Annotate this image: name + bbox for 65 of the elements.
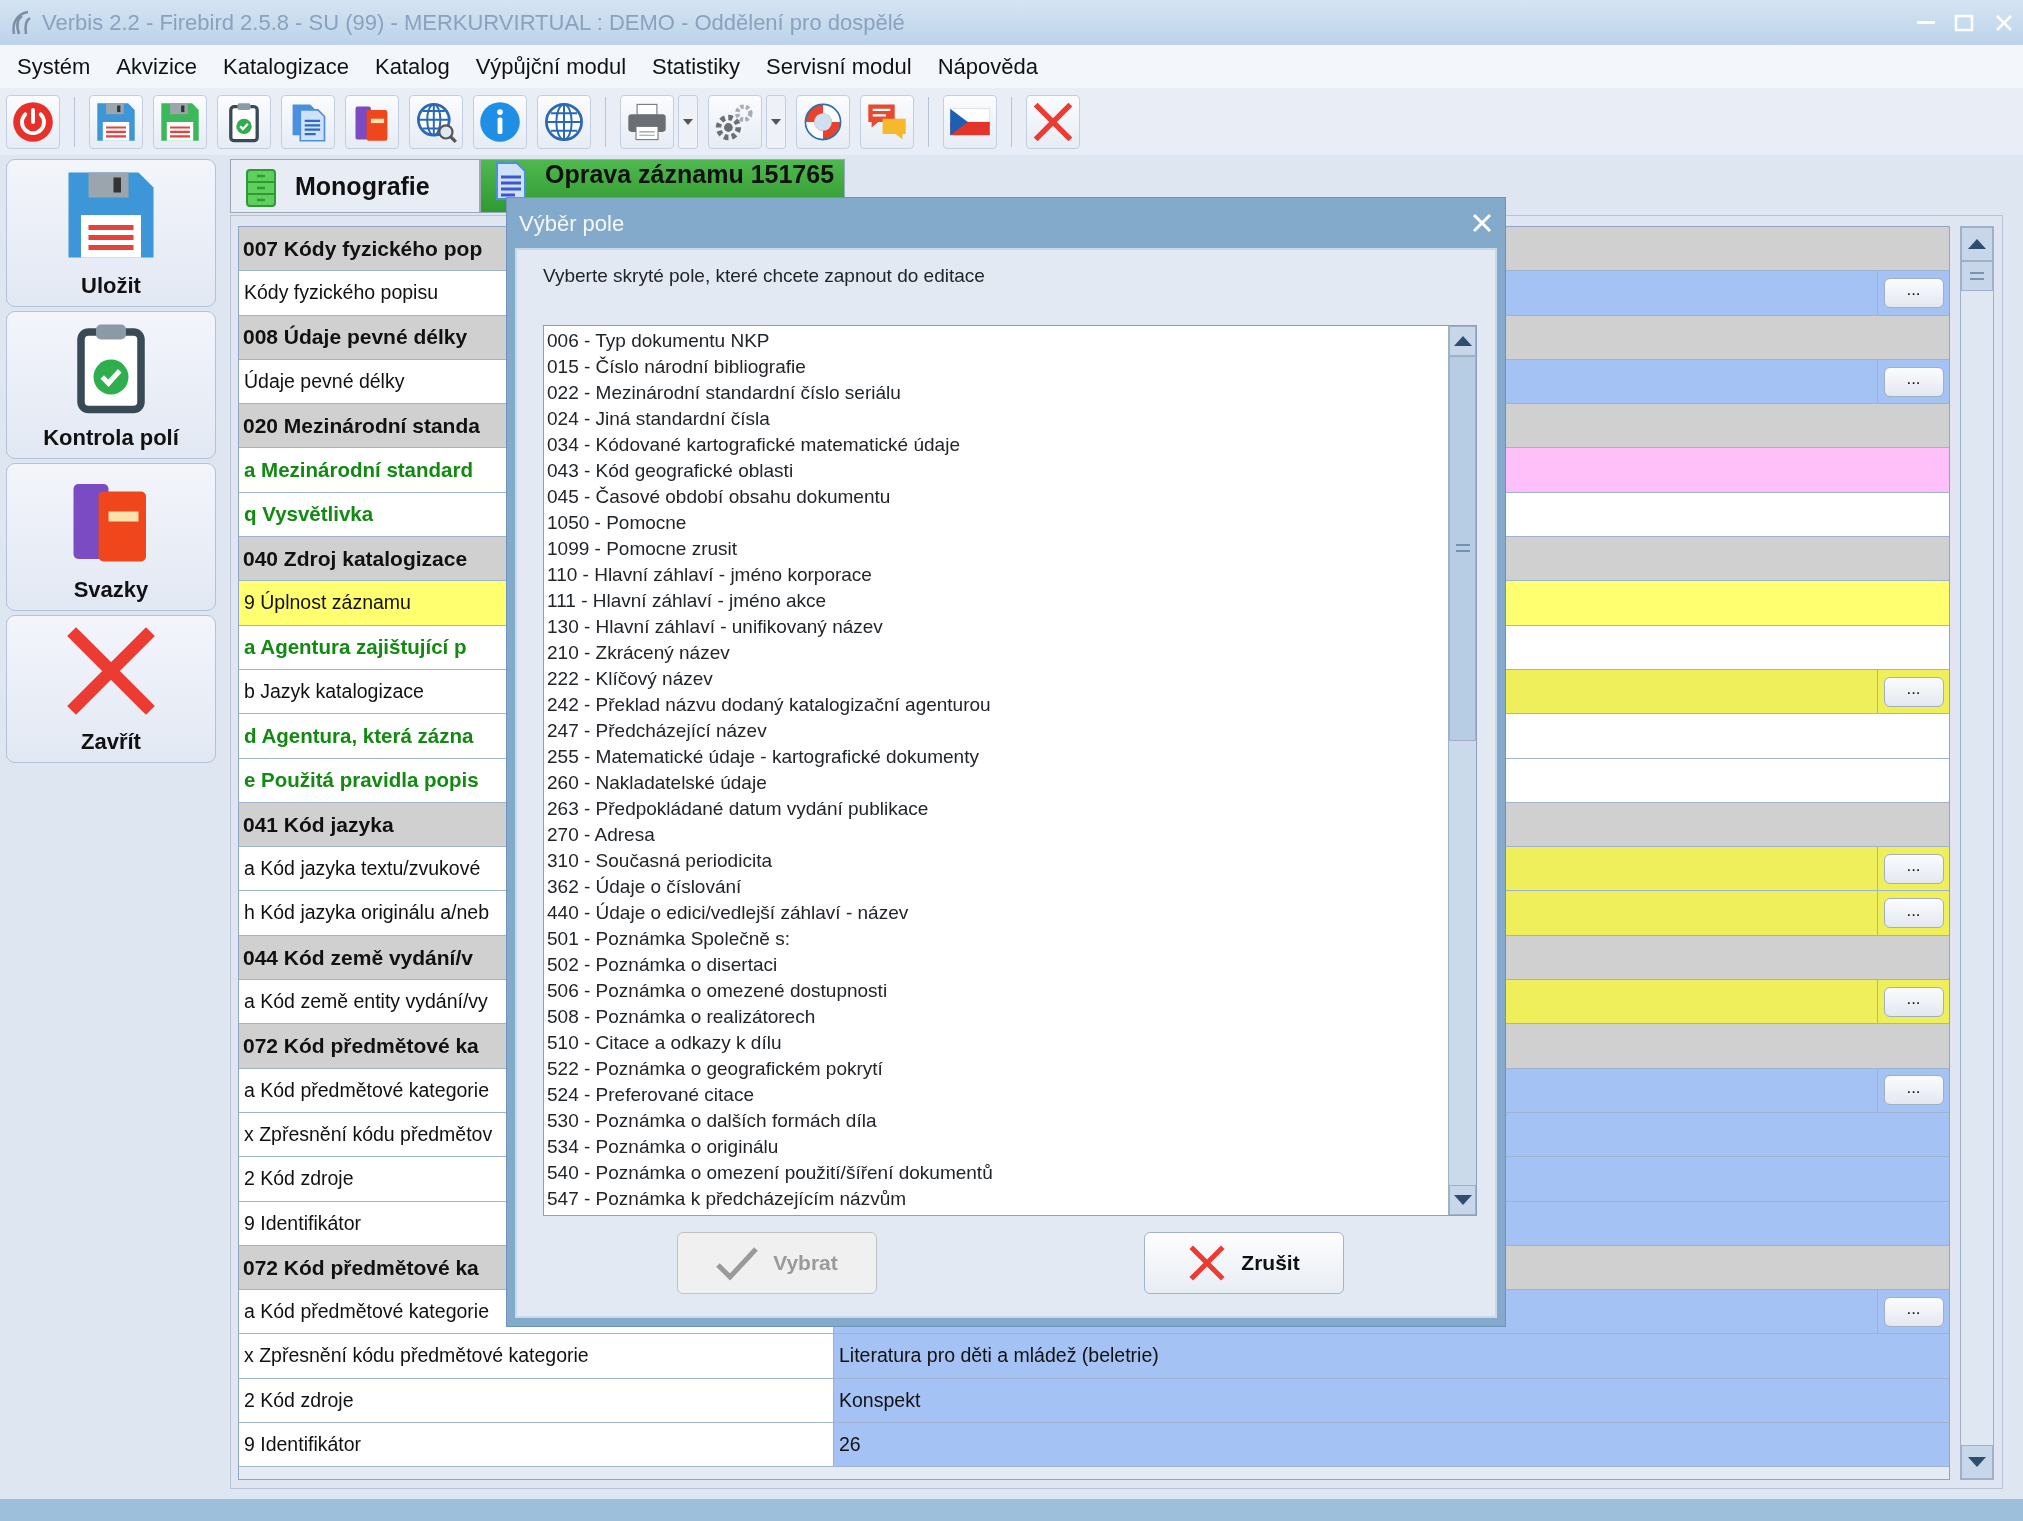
dropdown-button[interactable]: [678, 94, 698, 149]
sidebar-button[interactable]: Svazky: [6, 463, 216, 611]
sidebar-button[interactable]: Kontrola polí: [6, 311, 216, 459]
toolbar-button[interactable]: [6, 94, 60, 149]
toolbar-button[interactable]: [537, 94, 591, 149]
toolbar-button[interactable]: [1026, 94, 1080, 149]
menu-item[interactable]: Nápověda: [924, 50, 1051, 83]
toolbar-button[interactable]: [409, 94, 463, 149]
menu-item[interactable]: Katalog: [362, 50, 463, 83]
browse-button[interactable]: ...: [1883, 277, 1944, 308]
down-arrow-icon: [1968, 1457, 1986, 1467]
field-label: 9 Identifikátor: [239, 1423, 834, 1467]
caret-icon: [771, 118, 781, 125]
minimize-icon: [1917, 21, 1935, 24]
scrollbar[interactable]: [1448, 325, 1476, 1215]
dropdown-button[interactable]: [766, 94, 786, 149]
field-value[interactable]: Literatura pro děti a mládež (beletrie): [834, 1334, 1949, 1378]
field-value[interactable]: 26: [834, 1423, 1949, 1467]
browse-button[interactable]: ...: [1883, 853, 1944, 884]
toolbar-button[interactable]: [708, 94, 762, 149]
menu-item[interactable]: Systém: [4, 50, 104, 83]
field-value[interactable]: Konspekt: [834, 1378, 1949, 1422]
up-arrow-icon: [1453, 335, 1472, 346]
tab[interactable]: Monografie: [230, 159, 480, 213]
info-icon: [478, 99, 522, 144]
list-item[interactable]: 510 - Citace a odkazy k dílu: [547, 1029, 1448, 1056]
toolbar-button[interactable]: [620, 94, 674, 149]
toolbar-button[interactable]: [943, 94, 997, 149]
field-label: 2 Kód zdroje: [239, 1378, 834, 1422]
scrollbar[interactable]: [1960, 226, 1994, 1480]
list-item[interactable]: 270 - Adresa: [547, 821, 1448, 848]
field-label: x Zpřesnění kódu předmětové kategorie: [239, 1334, 834, 1378]
caret-icon: [683, 118, 693, 125]
menu-item[interactable]: Katalogizace: [210, 50, 363, 83]
list-item[interactable]: 1099 - Pomocne zrusit: [547, 535, 1448, 562]
list-item[interactable]: 502 - Poznámka o disertaci: [547, 951, 1448, 978]
sidebar-button[interactable]: Uložit: [6, 159, 216, 307]
toolbar-button[interactable]: [153, 94, 207, 149]
browse-button[interactable]: ...: [1883, 1075, 1944, 1106]
toolbar-button[interactable]: [345, 94, 399, 149]
close-icon: [1471, 212, 1493, 234]
menu-item[interactable]: Výpůjční modul: [462, 50, 640, 83]
toolbar-button[interactable]: [217, 94, 271, 149]
sidebar-button[interactable]: Zavřít: [6, 615, 216, 763]
menu-item[interactable]: Servisní modul: [753, 50, 925, 83]
window-title: Verbis 2.2 - Firebird 2.5.8 - SU (99) - MERKURVIRTUAL : DEMO - Oddělení pro dospělé: [42, 9, 905, 37]
field-list[interactable]: [543, 324, 1477, 1216]
browse-button[interactable]: ...: [1883, 986, 1944, 1017]
browse-button[interactable]: ...: [1883, 1296, 1944, 1327]
up-arrow-icon: [1968, 239, 1986, 249]
menu-item[interactable]: Statistiky: [639, 50, 754, 83]
cancel-button[interactable]: Zrušit: [1143, 1231, 1344, 1294]
browse-button[interactable]: ...: [1883, 366, 1944, 397]
list-item[interactable]: 024 - Jiná standardní čísla: [547, 405, 1448, 432]
toolbar-button[interactable]: [89, 94, 143, 149]
toolbar-button[interactable]: [281, 94, 335, 149]
grip-icon: [1970, 272, 1984, 280]
browse-button[interactable]: ...: [1883, 898, 1944, 929]
list-item[interactable]: 006 - Typ dokumentu NKP: [547, 327, 1448, 354]
down-arrow-icon: [1453, 1194, 1472, 1205]
grip-icon: [1455, 544, 1470, 552]
power-icon: [11, 99, 55, 144]
menu-item[interactable]: Akvizice: [103, 50, 211, 83]
toolbar-button[interactable]: [796, 94, 850, 149]
browse-button[interactable]: ...: [1883, 676, 1944, 707]
